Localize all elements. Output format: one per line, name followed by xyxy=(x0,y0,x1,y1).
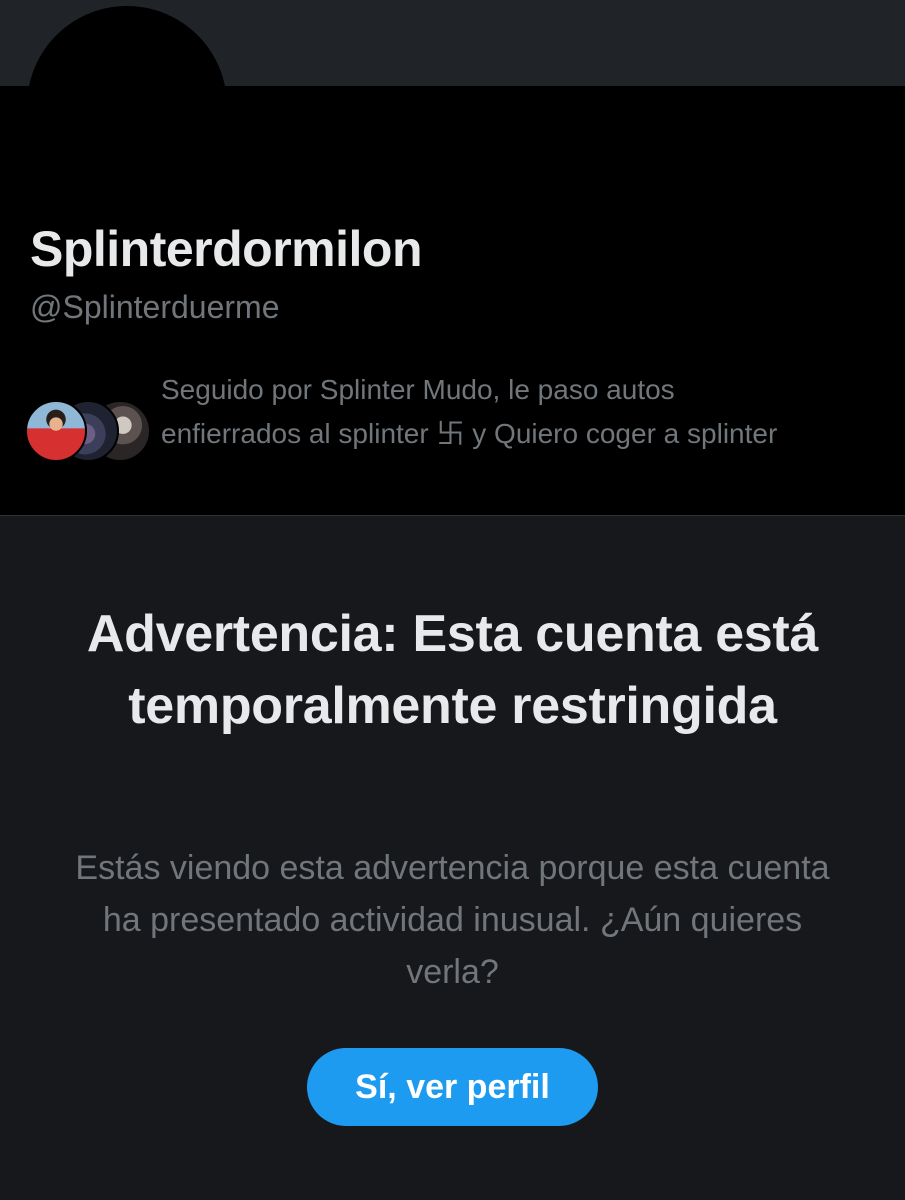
profile-handle: @Splinterduerme xyxy=(30,289,280,325)
view-profile-button[interactable]: Sí, ver perfil xyxy=(307,1048,598,1126)
followers-avatar-stack[interactable] xyxy=(25,400,151,462)
followed-by-text[interactable]: Seguido por Splinter Mudo, le paso autos… xyxy=(161,368,811,456)
display-name: Splinterdormilon xyxy=(30,221,423,277)
section-divider xyxy=(0,515,905,516)
warning-title: Advertencia: Esta cuenta está temporalme… xyxy=(86,605,819,735)
profile-avatar[interactable] xyxy=(27,6,227,206)
warning-body: Estás viendo esta advertencia porque est… xyxy=(75,849,830,991)
follower-avatar xyxy=(25,400,87,462)
